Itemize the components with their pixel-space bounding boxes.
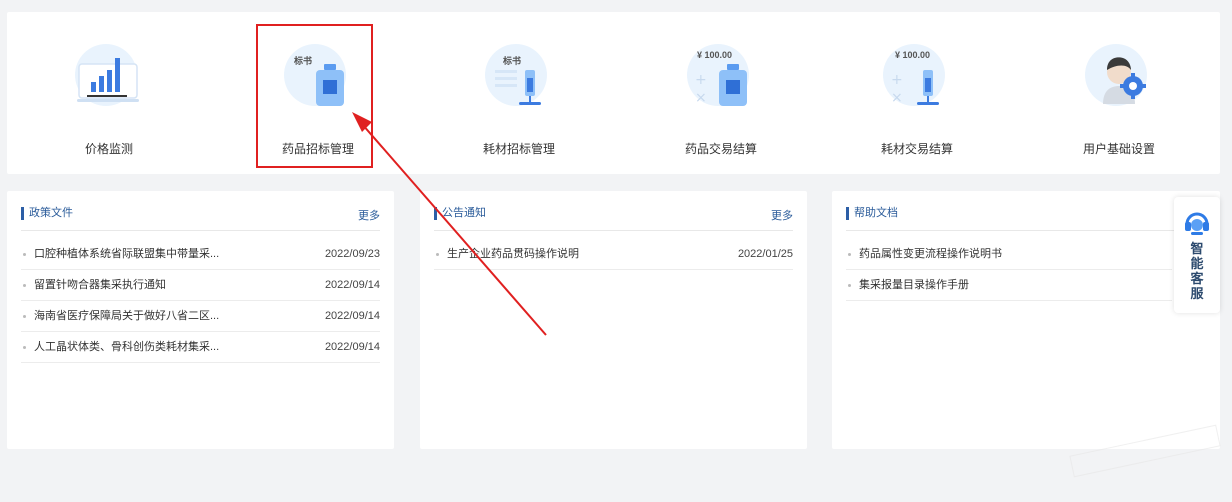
annotation-arrow bbox=[352, 112, 547, 336]
page: 价格监测 标书 药品招标管理 标书 耗材招标管理 ¥ 100.00 + × 药品… bbox=[0, 0, 1232, 502]
